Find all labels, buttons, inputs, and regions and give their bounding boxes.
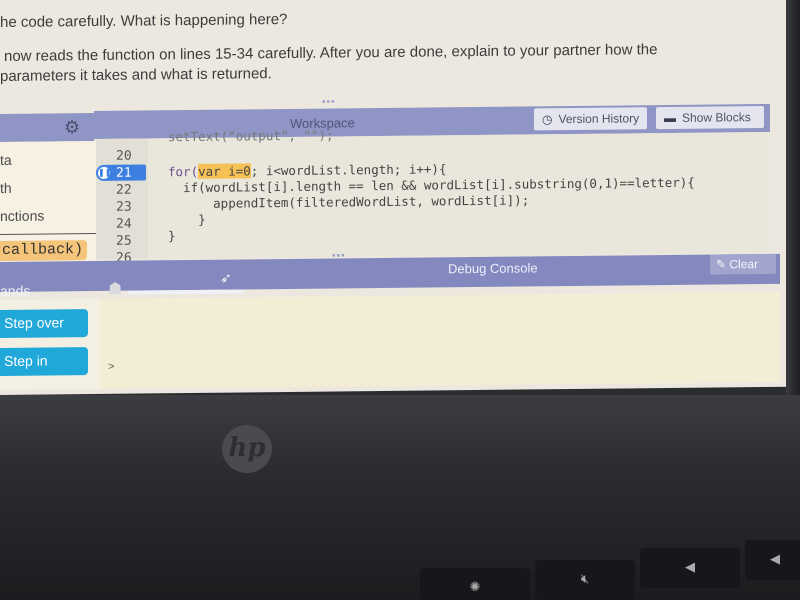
toolbox-item-data[interactable]: ta xyxy=(0,152,12,168)
line-number[interactable]: 20 xyxy=(116,149,132,164)
hp-logo: hp xyxy=(222,425,272,473)
instruction-line-2: now reads the function on lines 15-34 ca… xyxy=(4,41,658,65)
callback-block[interactable]: callback) xyxy=(0,240,88,261)
resize-grip[interactable]: ▪▪▪ xyxy=(322,96,336,107)
code-line-23: appendItem(filteredWordList, wordList[i]… xyxy=(168,192,530,212)
instruction-line-3: parameters it takes and what is returned… xyxy=(0,65,272,85)
toolbox-item-math[interactable]: th xyxy=(0,180,12,196)
toolbox: ta th nctions callback) xyxy=(0,140,96,262)
speed-slider[interactable] xyxy=(128,289,244,295)
key-brightness: ✺ xyxy=(420,568,530,600)
debug-console[interactable]: > xyxy=(100,291,780,389)
step-over-button[interactable]: Step over xyxy=(0,309,88,338)
line-number[interactable]: 22 xyxy=(116,183,132,198)
line-number[interactable]: 23 xyxy=(116,200,132,215)
clear-button[interactable]: ✎ Clear xyxy=(710,253,776,275)
toolbox-header: ⚙ xyxy=(0,113,94,142)
code-line-clipped: setText("output", ""); xyxy=(168,127,334,145)
screen-bezel xyxy=(786,0,800,400)
toolbox-divider xyxy=(0,232,96,235)
key-volume-up: ◀ xyxy=(745,540,800,580)
key-mute: 🔇︎ xyxy=(535,560,635,600)
instructions: he code carefully. What is happening her… xyxy=(0,0,780,85)
code-highlight: var i=0 xyxy=(198,163,251,179)
toolbox-item-functions[interactable]: nctions xyxy=(0,208,44,224)
line-number[interactable]: 24 xyxy=(116,217,132,232)
code-line-24: } xyxy=(168,211,206,228)
code-loop-rest: ; i<wordList.length; i++){ xyxy=(250,161,447,179)
eraser-icon: ✎ xyxy=(716,257,730,272)
breakpoint-pause-icon[interactable]: ❚❚ xyxy=(98,166,111,179)
key-volume-down: ◀ xyxy=(640,548,740,588)
blocks-icon: ▬ xyxy=(664,110,676,126)
clock-icon: ◷ xyxy=(542,112,553,127)
rabbit-icon: ➶ xyxy=(220,269,232,286)
version-history-button[interactable]: ◷ Version History xyxy=(534,107,648,131)
debug-commands-label: ands xyxy=(0,282,31,299)
console-prompt: > xyxy=(108,360,115,373)
step-in-button[interactable]: Step in xyxy=(0,347,88,376)
line-number[interactable]: 25 xyxy=(116,234,132,249)
screen: he code carefully. What is happening her… xyxy=(0,0,790,395)
code-line-25: } xyxy=(168,228,176,244)
gear-icon[interactable]: ⚙ xyxy=(64,117,80,138)
turtle-icon: ☗ xyxy=(108,280,123,298)
code-for: for( xyxy=(168,163,199,180)
line-number-active[interactable]: 21 xyxy=(116,166,132,181)
code-line-21: for(var i=0; i<wordList.length; i++){ xyxy=(168,161,446,179)
show-blocks-label: Show Blocks xyxy=(682,110,751,125)
instruction-line-1: he code carefully. What is happening her… xyxy=(0,10,288,31)
show-blocks-button[interactable]: ▬ Show Blocks xyxy=(656,105,764,130)
clear-label: Clear xyxy=(729,257,759,272)
version-history-label: Version History xyxy=(558,111,640,127)
line-gutter: ❚❚ 20 21 22 23 24 25 26 xyxy=(96,138,148,266)
debug-commands: Step over Step in xyxy=(0,298,100,390)
code-editor[interactable]: setText("output", ""); for(var i=0; i<wo… xyxy=(148,128,770,259)
debug-console-title: Debug Console xyxy=(448,260,538,277)
